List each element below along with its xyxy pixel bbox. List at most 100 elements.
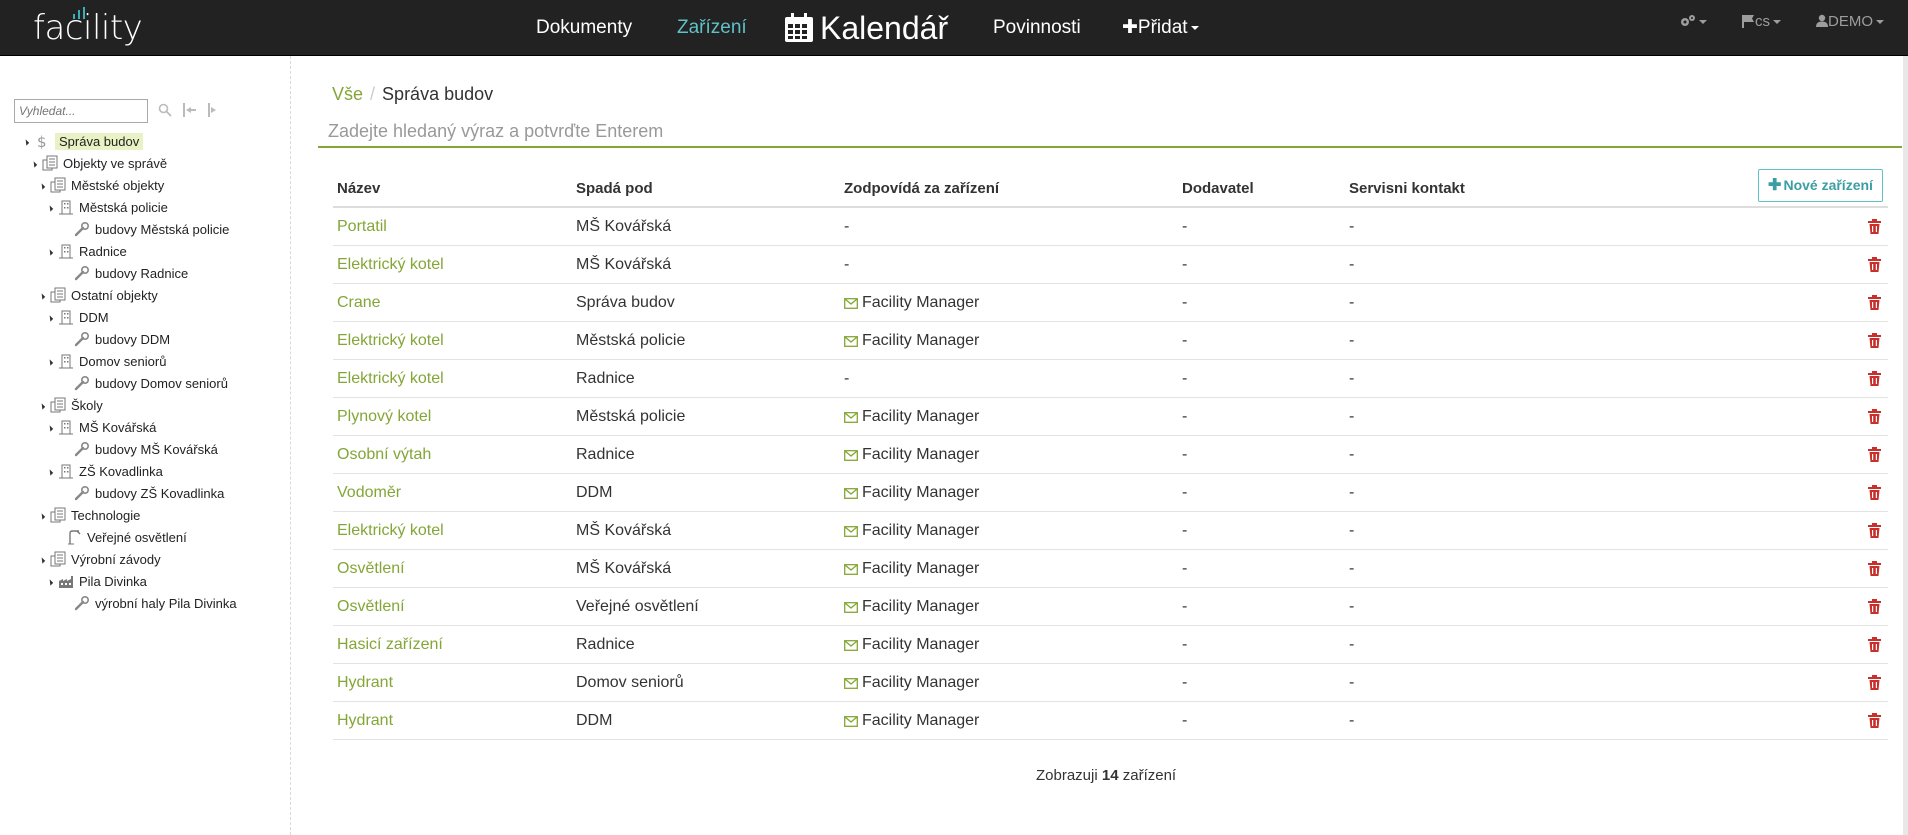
- nav-pridat-dropdown[interactable]: ✚Přidat: [1122, 0, 1199, 56]
- tree-collapse-icon[interactable]: [207, 103, 217, 122]
- column-header-supplier[interactable]: Dodavatel: [1182, 180, 1254, 197]
- trash-icon[interactable]: [1868, 523, 1881, 543]
- trash-icon[interactable]: [1868, 713, 1881, 733]
- tree-toggle-icon[interactable]: [30, 161, 38, 168]
- tree-toggle-icon[interactable]: [46, 579, 54, 586]
- tree-toggle-icon[interactable]: [46, 315, 54, 322]
- equipment-name-link[interactable]: Osvětlení: [337, 588, 405, 626]
- trash-icon[interactable]: [1868, 599, 1881, 619]
- equipment-name-link[interactable]: Elektrický kotel: [337, 322, 444, 360]
- trash-icon[interactable]: [1868, 257, 1881, 277]
- equipment-name-link[interactable]: Crane: [337, 284, 381, 322]
- envelope-icon: [844, 336, 858, 347]
- settings-dropdown[interactable]: [1680, 0, 1707, 44]
- nav-kalendar[interactable]: Kalendář: [784, 0, 948, 56]
- tree-toggle-icon[interactable]: [46, 469, 54, 476]
- column-header-responsible[interactable]: Zodpovídá za zařízení: [844, 180, 999, 197]
- trash-icon[interactable]: [1868, 637, 1881, 657]
- trash-icon[interactable]: [1868, 409, 1881, 429]
- tree-expand-icon[interactable]: [182, 103, 197, 122]
- trash-icon[interactable]: [1868, 485, 1881, 505]
- trash-icon[interactable]: [1868, 333, 1881, 353]
- trash-icon[interactable]: [1868, 371, 1881, 391]
- tree-node[interactable]: Městská policie: [46, 198, 168, 218]
- tree-node[interactable]: Domov seniorů: [46, 352, 166, 372]
- table-row: Hydrant Domov seniorů Facility Manager - -: [333, 664, 1888, 702]
- column-header-name[interactable]: Název: [337, 180, 380, 197]
- tree-node[interactable]: Městské objekty: [38, 176, 164, 196]
- responsible-cell[interactable]: Facility Manager: [844, 284, 979, 322]
- tree-node[interactable]: Výrobní závody: [38, 550, 161, 570]
- responsible-cell[interactable]: Facility Manager: [844, 664, 979, 702]
- top-navbar: facility Dokumenty Zařízení Kalendář Pov…: [0, 0, 1908, 56]
- breadcrumb-root-link[interactable]: Vše: [332, 84, 363, 104]
- tree-toggle-icon[interactable]: [46, 425, 54, 432]
- tree-node[interactable]: budovy MŠ Kovářská: [64, 440, 218, 460]
- tree-toggle-icon[interactable]: [38, 513, 46, 520]
- tree-toggle-icon[interactable]: [46, 205, 54, 212]
- tree-node[interactable]: budovy DDM: [64, 330, 170, 350]
- tree-toggle-icon[interactable]: [22, 139, 30, 146]
- trash-icon[interactable]: [1868, 219, 1881, 239]
- nav-povinnosti[interactable]: Povinnosti: [993, 0, 1081, 56]
- tree-node[interactable]: budovy ZŠ Kovadlinka: [64, 484, 224, 504]
- tree-node[interactable]: Objekty ve správě: [30, 154, 167, 174]
- tree-toggle-icon[interactable]: [38, 293, 46, 300]
- equipment-name-link[interactable]: Osvětlení: [337, 550, 405, 588]
- equipment-search-input[interactable]: [318, 116, 1902, 148]
- tree-toggle-icon[interactable]: [38, 403, 46, 410]
- tree-toggle-icon[interactable]: [46, 359, 54, 366]
- responsible-cell[interactable]: Facility Manager: [844, 398, 979, 436]
- tree-node[interactable]: Ostatní objekty: [38, 286, 158, 306]
- trash-icon[interactable]: [1868, 561, 1881, 581]
- tree-node[interactable]: Radnice: [46, 242, 127, 262]
- nav-dokumenty[interactable]: Dokumenty: [536, 0, 632, 56]
- language-dropdown[interactable]: cs: [1741, 0, 1781, 44]
- tree-node[interactable]: ZŠ Kovadlinka: [46, 462, 163, 482]
- tree-node[interactable]: výrobní haly Pila Divinka: [64, 594, 237, 614]
- tree-node[interactable]: Veřejné osvětlení: [56, 528, 187, 548]
- tree-node[interactable]: MŠ Kovářská: [46, 418, 156, 438]
- equipment-name-link[interactable]: Hasicí zařízení: [337, 626, 443, 664]
- facility-logo[interactable]: facility: [33, 6, 143, 50]
- tree-node[interactable]: $ Správa budov: [22, 132, 144, 152]
- equipment-name-link[interactable]: Elektrický kotel: [337, 246, 444, 284]
- equipment-name-link[interactable]: Elektrický kotel: [337, 512, 444, 550]
- tree-node[interactable]: Pila Divinka: [46, 572, 147, 592]
- equipment-name-link[interactable]: Osobní výtah: [337, 436, 431, 474]
- tree-node[interactable]: Technologie: [38, 506, 140, 526]
- column-header-parent[interactable]: Spadá pod: [576, 180, 653, 197]
- tree-search-input[interactable]: [14, 99, 148, 123]
- responsible-cell[interactable]: Facility Manager: [844, 474, 979, 512]
- table-row: Osvětlení Veřejné osvětlení Facility Manag…: [333, 588, 1888, 626]
- equipment-name-link[interactable]: Hydrant: [337, 702, 393, 740]
- tree-node[interactable]: budovy Městská policie: [64, 220, 229, 240]
- tree-node[interactable]: Školy: [38, 396, 103, 416]
- responsible-cell[interactable]: Facility Manager: [844, 550, 979, 588]
- responsible-cell[interactable]: Facility Manager: [844, 588, 979, 626]
- tree-search-icon[interactable]: [158, 103, 172, 122]
- trash-icon[interactable]: [1868, 447, 1881, 467]
- responsible-cell[interactable]: Facility Manager: [844, 626, 979, 664]
- equipment-name-link[interactable]: Vodoměr: [337, 474, 401, 512]
- responsible-cell[interactable]: Facility Manager: [844, 322, 979, 360]
- equipment-name-link[interactable]: Plynový kotel: [337, 398, 431, 436]
- user-dropdown[interactable]: DEMO: [1816, 0, 1884, 44]
- equipment-name-link[interactable]: Portatil: [337, 208, 387, 246]
- responsible-cell[interactable]: Facility Manager: [844, 702, 979, 740]
- tree-node[interactable]: DDM: [46, 308, 109, 328]
- tree-node[interactable]: budovy Domov seniorů: [64, 374, 228, 394]
- tree-node[interactable]: budovy Radnice: [64, 264, 188, 284]
- equipment-name-link[interactable]: Hydrant: [337, 664, 393, 702]
- responsible-cell[interactable]: Facility Manager: [844, 512, 979, 550]
- equipment-name-link[interactable]: Elektrický kotel: [337, 360, 444, 398]
- trash-icon[interactable]: [1868, 295, 1881, 315]
- trash-icon[interactable]: [1868, 675, 1881, 695]
- tree-toggle-icon[interactable]: [38, 557, 46, 564]
- column-header-service-contact[interactable]: Servisni kontakt: [1349, 180, 1465, 197]
- responsible-cell[interactable]: Facility Manager: [844, 436, 979, 474]
- tree-toggle-icon[interactable]: [38, 183, 46, 190]
- nav-zarizeni[interactable]: Zařízení: [677, 0, 747, 56]
- page-scrollbar[interactable]: [1903, 56, 1908, 835]
- tree-toggle-icon[interactable]: [46, 249, 54, 256]
